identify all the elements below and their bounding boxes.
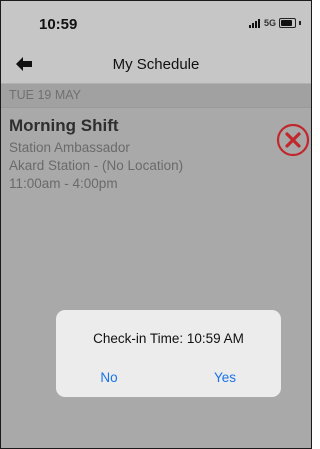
shift-card[interactable]: Morning Shift Station Ambassador Akard S…: [1, 108, 311, 193]
phone-screen: 10:59 5G My Schedule TUE 19 MAY Morning …: [0, 0, 312, 449]
shift-hours: 11:00am - 4:00pm: [9, 176, 118, 191]
status-time: 10:59: [39, 16, 78, 33]
shift-location: Akard Station - (No Location): [9, 158, 184, 173]
page-title: My Schedule: [112, 56, 200, 73]
battery-tip: [299, 21, 301, 25]
yes-button[interactable]: Yes: [190, 370, 260, 385]
battery-icon: [279, 18, 296, 28]
shift-title: Morning Shift: [9, 116, 119, 135]
status-indicators: 5G: [248, 18, 301, 28]
cancel-shift-icon[interactable]: [276, 123, 310, 157]
network-label: 5G: [263, 18, 276, 28]
signal-icon: [248, 18, 260, 28]
no-button[interactable]: No: [74, 370, 144, 385]
shift-role: Station Ambassador: [9, 140, 130, 155]
nav-bar: My Schedule: [1, 45, 311, 84]
dialog-message: Check-in Time: 10:59 AM: [93, 331, 244, 346]
check-in-dialog: Check-in Time: 10:59 AM No Yes: [56, 310, 281, 397]
day-header: TUE 19 MAY: [1, 84, 311, 108]
status-bar: 10:59 5G: [1, 1, 311, 45]
